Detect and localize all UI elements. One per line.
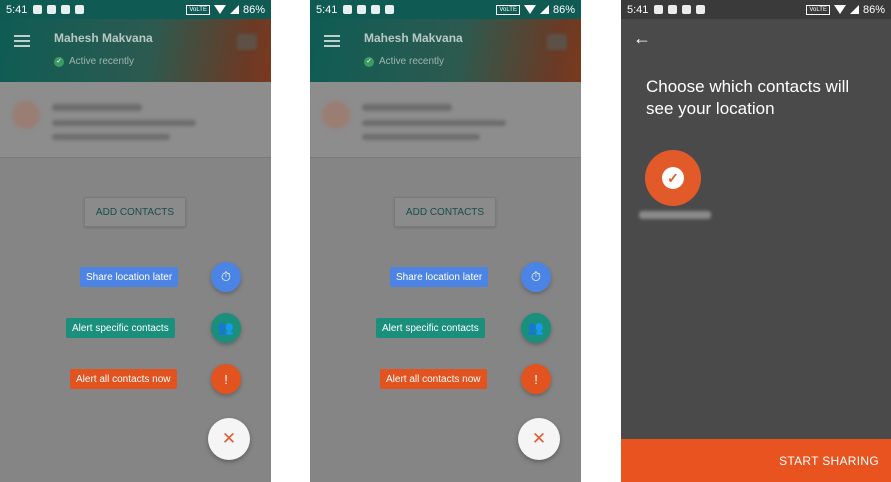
notification-icon <box>371 5 381 14</box>
timer-icon[interactable]: ⏱ <box>211 262 241 292</box>
signal-icon <box>539 5 549 14</box>
profile-avatar[interactable] <box>237 34 257 50</box>
contact-name-blurred <box>362 104 452 111</box>
contact-status: ✓ Active recently <box>54 56 134 67</box>
notification-icons <box>343 5 395 14</box>
contact-note-blurred <box>362 134 480 140</box>
status-bar: 5:41 VoLTE 86% <box>0 0 271 19</box>
contact-avatar <box>322 101 350 129</box>
group-icon[interactable]: 👥 <box>211 313 241 343</box>
add-contacts-button[interactable]: ADD CONTACTS <box>84 197 186 227</box>
wifi-icon <box>523 5 536 14</box>
notification-icon <box>654 5 664 14</box>
notification-icon <box>385 5 395 14</box>
screen-main-1: 5:41 VoLTE 86% Mahesh Makvana ✓ Active r… <box>0 0 271 482</box>
notification-icon <box>33 5 43 14</box>
volte-badge: VoLTE <box>496 4 520 15</box>
status-bar: 5:41 VoLTE 86% <box>310 0 581 19</box>
alert-all-label[interactable]: Alert all contacts now <box>70 369 177 389</box>
share-later-label[interactable]: Share location later <box>390 267 489 287</box>
trusted-contact-card[interactable] <box>0 82 271 158</box>
notification-icon <box>343 5 353 14</box>
notification-icons <box>654 5 706 14</box>
volte-badge: VoLTE <box>186 4 210 15</box>
trusted-contact-card[interactable] <box>310 82 581 158</box>
notification-icon <box>682 5 692 14</box>
menu-icon[interactable] <box>14 35 30 47</box>
notification-icon <box>696 5 706 14</box>
signal-icon <box>849 5 859 14</box>
status-bar: 5:41 VoLTE 86% <box>621 0 891 19</box>
status-time: 5:41 <box>627 3 649 16</box>
contact-email-blurred <box>362 120 506 126</box>
alert-specific-label[interactable]: Alert specific contacts <box>66 318 175 338</box>
notification-icon <box>61 5 71 14</box>
close-icon[interactable]: ✕ <box>518 418 560 460</box>
notification-icon <box>75 5 85 14</box>
start-sharing-button[interactable]: START SHARING <box>621 439 891 482</box>
app-bar: Mahesh Makvana ✓ Active recently <box>310 19 581 82</box>
menu-icon[interactable] <box>324 35 340 47</box>
alert-icon[interactable]: ! <box>211 364 241 394</box>
share-later-label[interactable]: Share location later <box>80 267 179 287</box>
signal-icon <box>229 5 239 14</box>
battery-level: 86% <box>862 3 885 16</box>
profile-avatar[interactable] <box>547 34 567 50</box>
close-icon[interactable]: ✕ <box>208 418 250 460</box>
contact-status: ✓ Active recently <box>364 56 444 67</box>
contact-status-text: Active recently <box>379 56 445 67</box>
notification-icon <box>47 5 57 14</box>
notification-icons <box>33 5 85 14</box>
battery-level: 86% <box>552 3 575 16</box>
contact-status-text: Active recently <box>69 56 135 67</box>
wifi-icon <box>213 5 226 14</box>
status-time: 5:41 <box>316 3 338 16</box>
back-arrow-icon[interactable]: ← <box>633 28 651 49</box>
selected-contact-avatar[interactable]: ✓ <box>645 150 701 206</box>
contact-avatar <box>12 101 40 129</box>
check-circle-icon: ✓ <box>364 56 374 67</box>
alert-all-label[interactable]: Alert all contacts now <box>380 369 487 389</box>
contact-email-blurred <box>52 120 196 126</box>
screen-choose-contacts: 5:41 VoLTE 86% ← Choose which contacts w… <box>621 0 891 482</box>
volte-badge: VoLTE <box>806 4 830 15</box>
screen-main-2: 5:41 VoLTE 86% Mahesh Makvana ✓ Active r… <box>310 0 581 482</box>
notification-icon <box>357 5 367 14</box>
choose-contacts-title: Choose which contacts will see your loca… <box>646 77 850 118</box>
check-circle-icon: ✓ <box>54 56 64 67</box>
alert-icon[interactable]: ! <box>521 364 551 394</box>
group-icon[interactable]: 👥 <box>521 313 551 343</box>
add-contacts-button[interactable]: ADD CONTACTS <box>394 197 496 227</box>
contact-name-blurred <box>52 104 142 111</box>
alert-specific-label[interactable]: Alert specific contacts <box>376 318 485 338</box>
battery-level: 86% <box>242 3 265 16</box>
status-time: 5:41 <box>6 3 28 16</box>
contact-name: Mahesh Makvana <box>364 31 463 45</box>
timer-icon[interactable]: ⏱ <box>521 262 551 292</box>
check-icon: ✓ <box>662 167 684 189</box>
contact-name: Mahesh Makvana <box>54 31 153 45</box>
contact-note-blurred <box>52 134 170 140</box>
selected-contact-name-blurred <box>639 211 711 219</box>
notification-icon <box>668 5 678 14</box>
app-bar: Mahesh Makvana ✓ Active recently <box>0 19 271 82</box>
wifi-icon <box>833 5 846 14</box>
